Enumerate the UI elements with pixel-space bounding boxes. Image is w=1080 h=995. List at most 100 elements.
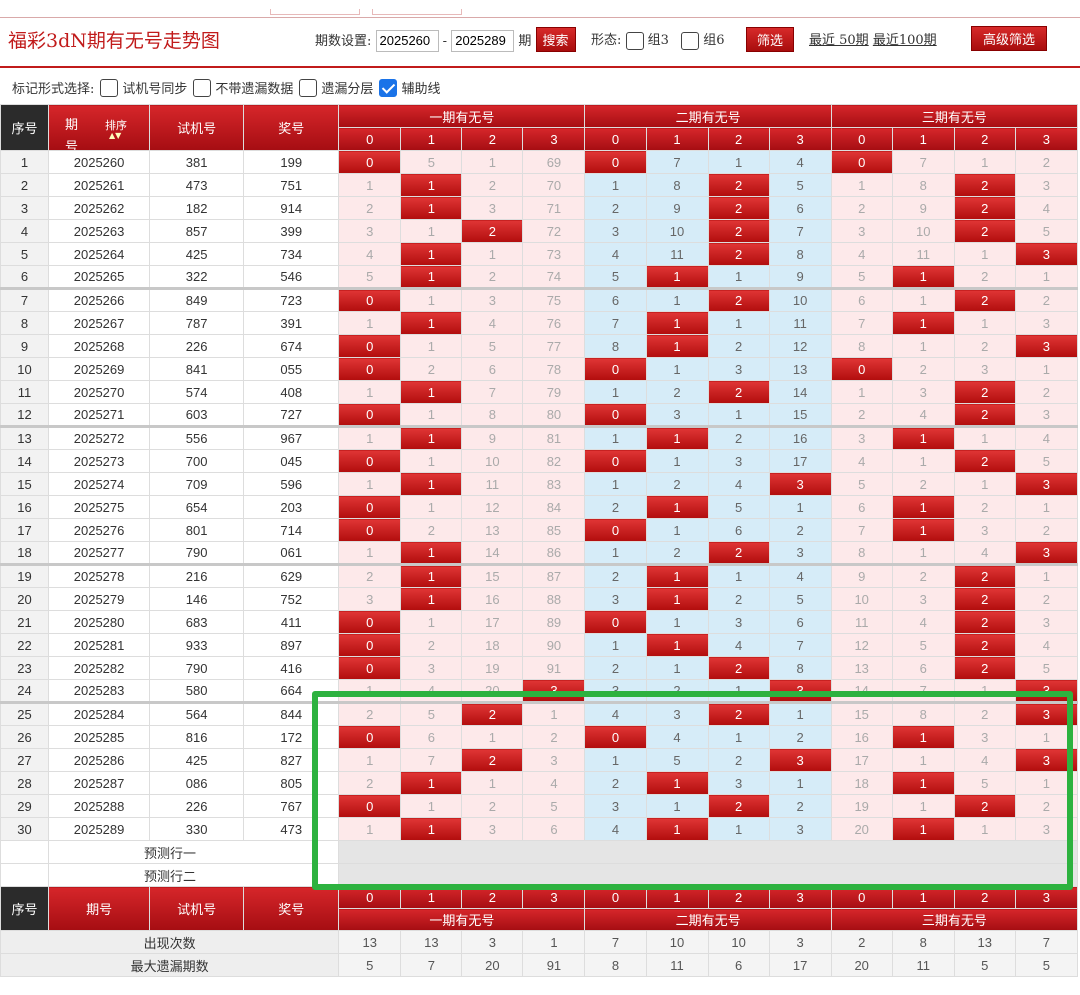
period-separator: - [442, 34, 448, 49]
miss-cell: 4 [461, 311, 524, 335]
miss-cell: 14 [830, 679, 893, 704]
recent-100-link[interactable]: 最近100期 [873, 33, 937, 48]
option-checkbox[interactable] [193, 78, 212, 97]
miss-cell: 2 [645, 472, 709, 496]
hit-cell: 1 [891, 518, 955, 542]
stat-value: 5 [1014, 953, 1079, 977]
miss-cell: 82 [522, 449, 586, 473]
miss-cell: 12 [830, 633, 893, 657]
row-index: 13 [0, 426, 50, 450]
miss-cell: 4 [400, 679, 463, 704]
option-miss-layer[interactable]: 遗漏分层 [299, 78, 373, 97]
miss-cell: 1 [891, 748, 955, 772]
miss-cell: 8 [830, 334, 893, 358]
row-trial: 841 [149, 357, 245, 381]
stat-value: 20 [461, 953, 524, 977]
row-prize: 844 [243, 702, 340, 726]
miss-cell: 5 [461, 334, 524, 358]
miss-cell: 8 [830, 541, 893, 566]
period-from-input[interactable] [375, 29, 439, 52]
option-helper-line[interactable]: 辅助线 [379, 78, 440, 97]
miss-cell: 1 [953, 817, 1016, 841]
hit-cell: 0 [338, 288, 402, 312]
footer-trial: 试机号 [149, 886, 245, 931]
header-sub-0: 0 [584, 127, 647, 151]
recent-50-link[interactable]: 最近 50期 [809, 33, 869, 48]
miss-cell: 2 [522, 725, 586, 749]
miss-cell: 1 [584, 380, 647, 404]
table-row: 19 2025278 216 629 2 1 15 87 2 1 1 4 9 2 2 1 [0, 564, 1079, 588]
row-prize: 172 [243, 725, 340, 749]
filter-button[interactable]: 筛选 [746, 27, 795, 52]
hit-cell: 2 [953, 656, 1016, 680]
header-period-sort[interactable]: 期号 排序 ▲▼ [48, 104, 151, 151]
predict-row-cells[interactable] [338, 840, 1078, 864]
period-setting: 期数设置: - 期 搜索 [315, 27, 576, 52]
row-period: 2025279 [48, 587, 151, 611]
miss-cell: 5 [338, 265, 402, 290]
option-no-miss-data[interactable]: 不带遗漏数据 [193, 78, 293, 97]
option-trial-sync[interactable]: 试机号同步 [100, 78, 187, 97]
predict-row-cells[interactable] [338, 863, 1078, 887]
miss-cell: 6 [768, 610, 832, 634]
hit-cell: 1 [400, 311, 463, 335]
hit-cell: 2 [953, 380, 1016, 404]
period-to-input[interactable] [451, 29, 515, 52]
miss-cell: 1 [400, 495, 463, 519]
row-period: 2025287 [48, 771, 151, 795]
table-row: 7 2025266 849 723 0 1 3 75 6 1 2 10 6 1 2 2 [0, 288, 1079, 312]
row-prize: 408 [243, 380, 340, 404]
hit-cell: 0 [584, 725, 647, 749]
header-sub-1: 1 [400, 886, 463, 909]
miss-cell: 2 [953, 495, 1016, 519]
stat-label: 最大遗漏期数 [0, 953, 340, 977]
group6-label: 组6 [703, 33, 725, 48]
option-checkbox[interactable] [299, 78, 318, 97]
row-period: 2025269 [48, 357, 151, 381]
hit-cell: 3 [768, 472, 832, 496]
advanced-filter-button[interactable]: 高级筛选 [971, 26, 1048, 51]
miss-cell: 8 [768, 242, 832, 266]
sort-arrows-icon[interactable]: ▲▼ [109, 131, 121, 140]
miss-cell: 2 [891, 564, 955, 588]
miss-cell: 87 [522, 564, 586, 588]
hit-cell: 3 [1014, 472, 1079, 496]
miss-cell: 18 [830, 771, 893, 795]
option-checkbox-checked[interactable] [379, 78, 398, 97]
miss-cell: 1 [645, 449, 709, 473]
miss-cell: 1 [830, 173, 893, 197]
miss-cell: 1 [400, 219, 463, 243]
group6-checkbox[interactable] [681, 31, 700, 50]
miss-cell: 1 [707, 679, 770, 704]
table-row: 30 2025289 330 473 1 1 3 6 4 1 1 3 20 1 1 3 [0, 817, 1079, 841]
row-prize: 827 [243, 748, 340, 772]
hit-cell: 1 [645, 817, 709, 841]
miss-cell: 1 [584, 748, 647, 772]
row-index: 10 [0, 357, 50, 381]
miss-cell: 2 [584, 495, 647, 519]
row-period: 2025280 [48, 610, 151, 634]
miss-cell: 7 [830, 518, 893, 542]
row-period: 2025282 [48, 656, 151, 680]
miss-cell: 11 [830, 610, 893, 634]
option-checkbox[interactable] [100, 78, 119, 97]
period-unit: 期 [518, 34, 532, 49]
miss-cell: 17 [830, 748, 893, 772]
table-row: 6 2025265 322 546 5 1 2 74 5 1 1 9 5 1 2 1 [0, 265, 1079, 290]
row-trial: 146 [149, 587, 245, 611]
row-period: 2025281 [48, 633, 151, 657]
miss-cell: 6 [522, 817, 586, 841]
miss-cell: 1 [891, 541, 955, 566]
header-sub-3: 3 [522, 127, 586, 151]
row-prize: 967 [243, 426, 340, 450]
hit-cell: 1 [645, 426, 709, 450]
group3-checkbox[interactable] [625, 31, 644, 50]
option-label: 辅助线 [401, 82, 441, 97]
row-prize: 767 [243, 794, 340, 818]
row-period: 2025286 [48, 748, 151, 772]
search-button[interactable]: 搜索 [535, 27, 576, 52]
miss-cell: 1 [338, 173, 402, 197]
miss-cell: 3 [1014, 403, 1079, 428]
miss-cell: 8 [584, 334, 647, 358]
miss-cell: 1 [707, 265, 770, 290]
